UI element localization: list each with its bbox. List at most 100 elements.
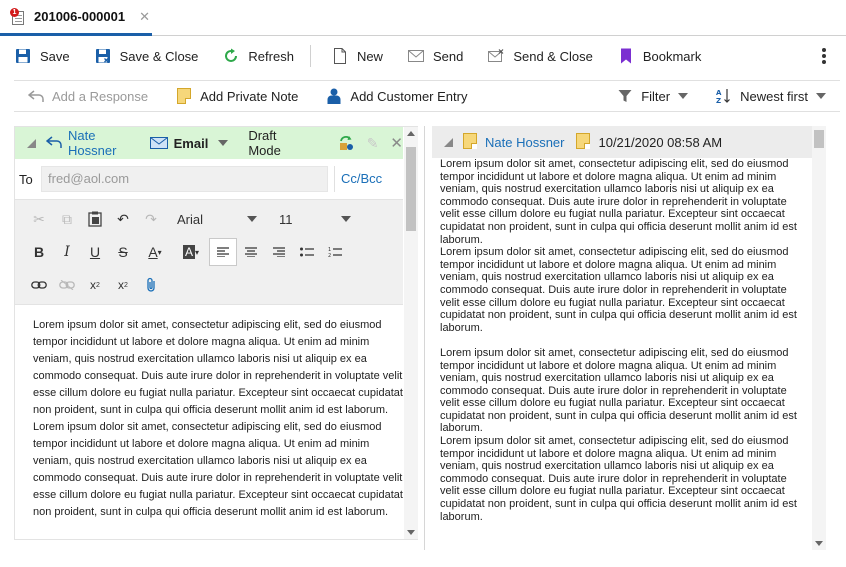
editor-scrollbar[interactable] <box>404 127 418 539</box>
chevron-down-icon[interactable] <box>218 140 229 146</box>
entry-date: 10/21/2020 08:58 AM <box>598 134 723 150</box>
note-icon <box>463 132 477 152</box>
numbered-list-icon[interactable]: 12 <box>321 238 349 266</box>
attachment-icon[interactable] <box>137 271 165 299</box>
entry-toolbar: Add a Response Add Private Note Add Cust… <box>14 80 840 112</box>
add-customer-entry-button[interactable]: Add Customer Entry <box>312 81 481 111</box>
close-icon[interactable]: ✕ <box>390 134 403 152</box>
scrollbar-thumb[interactable] <box>406 147 416 231</box>
highlight-color-icon[interactable]: A ▾ <box>173 238 209 266</box>
close-icon[interactable]: ✕ <box>139 9 150 25</box>
strikethrough-icon[interactable]: S <box>109 238 137 266</box>
collapse-triangle-icon[interactable] <box>27 138 36 148</box>
note-icon <box>176 88 192 104</box>
sort-az-icon: AZ <box>716 88 732 104</box>
font-family-select[interactable]: Arial <box>171 207 263 231</box>
svg-text:Z: Z <box>716 97 721 104</box>
scroll-down-icon[interactable] <box>407 530 415 535</box>
formatting-toolbar: ✂ ⧉ ↶ ↷ Arial 11 B I U S A ▾ A ▾ 1 2 x 2… <box>15 199 403 305</box>
sync-icon[interactable] <box>337 134 355 152</box>
send-close-button[interactable]: Send & Close <box>473 40 603 72</box>
thread-entry-pane: Nate Hossner 10/21/2020 08:58 AM Lorem i… <box>432 126 826 550</box>
add-private-note-button[interactable]: Add Private Note <box>162 81 312 111</box>
font-size-select[interactable]: 11 <box>273 207 357 231</box>
scroll-down-icon[interactable] <box>815 541 823 546</box>
draft-header: Nate Hossner Email Draft Mode ✎ ✕ <box>15 127 403 159</box>
add-customer-entry-label: Add Customer Entry <box>350 88 468 104</box>
send-close-label: Send & Close <box>513 48 593 64</box>
font-family-value: Arial <box>177 211 204 227</box>
to-field-row: To fred@aol.com Cc/Bcc <box>15 165 403 193</box>
refresh-button[interactable]: Refresh <box>208 40 304 72</box>
svg-text:2: 2 <box>328 253 331 258</box>
format-row-3: x2 x2 <box>25 270 165 300</box>
pencil-icon[interactable]: ✎ <box>367 135 379 152</box>
bold-icon[interactable]: B <box>25 238 53 266</box>
scrollbar-thumb[interactable] <box>814 130 824 148</box>
sort-label: Newest first <box>740 88 808 104</box>
envelope-icon <box>407 47 425 65</box>
save-label: Save <box>40 48 70 64</box>
tab-strip: 1 201006-000001 ✕ <box>0 0 846 36</box>
align-right-icon[interactable] <box>265 238 293 266</box>
underline-icon[interactable]: U <box>81 238 109 266</box>
funnel-icon <box>617 88 633 104</box>
cc-bcc-link[interactable]: Cc/Bcc <box>334 166 382 192</box>
incident-icon: 1 <box>10 7 26 26</box>
entry-body: Lorem ipsum dolor sit amet, consectetur … <box>440 158 797 523</box>
envelope-icon <box>149 137 168 149</box>
scroll-up-icon[interactable] <box>407 131 415 136</box>
reply-icon <box>45 135 62 152</box>
pane-splitter[interactable] <box>424 126 425 550</box>
send-button[interactable]: Send <box>393 40 473 72</box>
channel-label[interactable]: Email <box>174 136 209 151</box>
refresh-icon <box>222 47 240 65</box>
italic-icon[interactable]: I <box>53 238 81 266</box>
collapse-triangle-icon[interactable] <box>444 137 453 147</box>
filter-label: Filter <box>641 88 671 104</box>
draft-editor-pane: Nate Hossner Email Draft Mode ✎ ✕ To fre… <box>14 126 418 540</box>
copy-icon[interactable]: ⧉ <box>53 205 81 233</box>
tab-incident[interactable]: 1 201006-000001 ✕ <box>0 0 152 36</box>
send-label: Send <box>432 48 464 64</box>
reply-icon <box>28 88 44 104</box>
toolbar-divider <box>309 45 311 67</box>
superscript-icon[interactable]: x2 <box>109 271 137 299</box>
new-button[interactable]: New <box>317 40 393 72</box>
entry-author[interactable]: Nate Hossner <box>485 135 564 150</box>
font-color-icon[interactable]: A ▾ <box>137 238 173 266</box>
bookmark-button[interactable]: Bookmark <box>603 40 712 72</box>
add-response-button[interactable]: Add a Response <box>14 81 162 111</box>
chevron-down-icon <box>816 93 826 99</box>
sort-dropdown[interactable]: AZ Newest first <box>702 81 840 111</box>
draft-author[interactable]: Nate Hossner <box>68 128 138 158</box>
chevron-down-icon <box>678 93 689 99</box>
floppy-disk-icon <box>14 47 32 65</box>
floppy-disk-close-icon <box>94 47 112 65</box>
refresh-label: Refresh <box>248 48 294 64</box>
to-input[interactable]: fred@aol.com <box>41 166 328 192</box>
envelope-close-icon <box>487 47 505 65</box>
more-options-icon[interactable] <box>822 48 826 64</box>
filter-dropdown[interactable]: Filter <box>603 81 702 111</box>
add-private-note-label: Add Private Note <box>200 88 299 104</box>
align-center-icon[interactable] <box>237 238 265 266</box>
note-icon <box>576 132 591 152</box>
undo-icon[interactable]: ↶ <box>109 205 137 233</box>
draft-body-editor[interactable]: Lorem ipsum dolor sit amet, consectetur … <box>33 317 403 535</box>
save-close-button[interactable]: Save & Close <box>80 40 209 72</box>
redo-icon[interactable]: ↷ <box>137 205 165 233</box>
thread-scrollbar[interactable] <box>812 126 826 550</box>
bookmark-icon <box>617 47 635 65</box>
paste-icon[interactable] <box>81 205 109 233</box>
cut-icon[interactable]: ✂ <box>25 205 53 233</box>
draft-mode-label: Draft Mode <box>248 128 281 158</box>
chevron-down-icon <box>341 216 351 222</box>
bulleted-list-icon[interactable] <box>293 238 321 266</box>
tab-label: 201006-000001 <box>34 9 126 24</box>
save-button[interactable]: Save <box>0 40 80 72</box>
link-icon[interactable] <box>25 271 53 299</box>
align-left-icon[interactable] <box>209 238 237 266</box>
unlink-icon[interactable] <box>53 271 81 299</box>
subscript-icon[interactable]: x2 <box>81 271 109 299</box>
